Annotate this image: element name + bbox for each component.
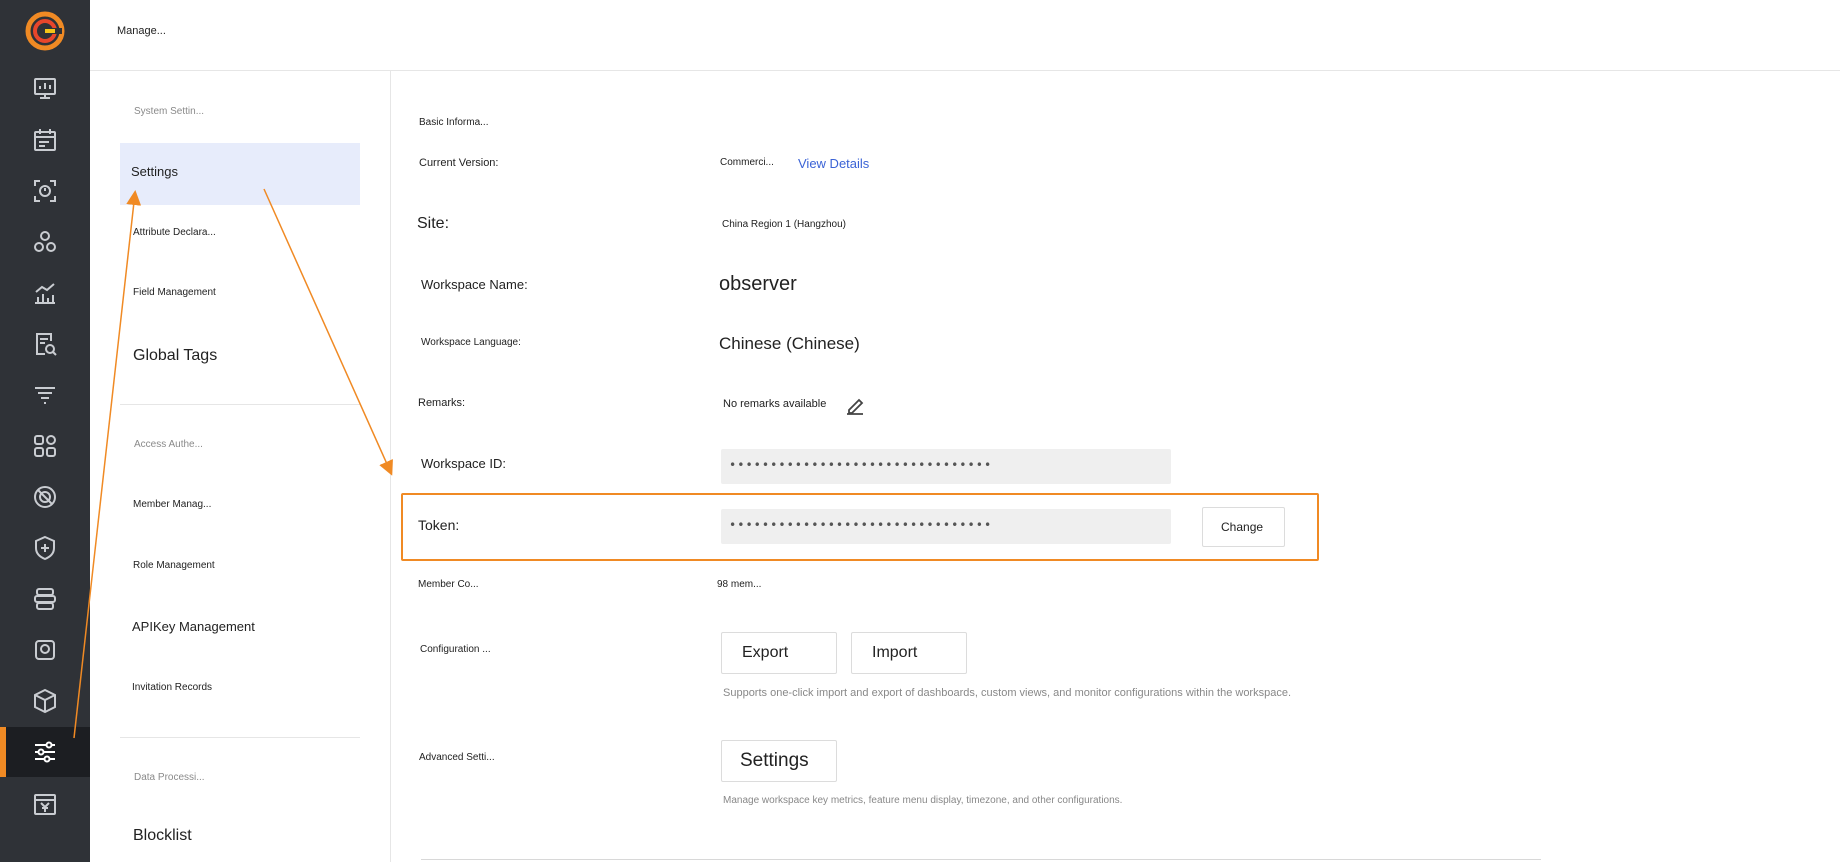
view-details-link[interactable]: View Details <box>798 156 869 171</box>
settings-content: Basic Informa... Current Version: Commer… <box>391 71 1840 862</box>
advanced-settings-button[interactable]: Settings <box>721 740 837 782</box>
dashboard-icon[interactable] <box>0 63 90 113</box>
site-value: China Region 1 (Hangzhou) <box>722 219 846 230</box>
metrics-chart-icon[interactable] <box>0 268 90 318</box>
billing-yen-icon[interactable] <box>0 779 90 829</box>
advanced-settings-hint: Manage workspace key metrics, feature me… <box>723 795 1123 806</box>
workspace-name-value: observer <box>719 273 797 295</box>
nav-group-access-authentication: Access Authe... <box>134 439 203 450</box>
remarks-value: No remarks available <box>723 398 827 410</box>
section-title-basic-information: Basic Informa... <box>419 117 489 128</box>
logo-icon[interactable] <box>25 11 65 51</box>
remarks-label: Remarks: <box>418 397 466 409</box>
current-version-label: Current Version: <box>419 157 499 169</box>
settings-sidebar: System Settin... Settings Attribute Decl… <box>90 71 391 862</box>
member-count-value: 98 mem... <box>717 579 762 590</box>
member-count-label: Member Co... <box>418 579 479 590</box>
settings-sliders-icon[interactable] <box>0 727 90 777</box>
nav-item-apikey-management[interactable]: APIKey Management <box>132 619 255 634</box>
calendar-icon[interactable] <box>0 115 90 165</box>
export-button[interactable]: Export <box>721 632 837 674</box>
nav-item-role-management[interactable]: Role Management <box>133 560 215 571</box>
apps-icon[interactable] <box>0 421 90 471</box>
workspace-id-label: Workspace ID: <box>421 456 507 471</box>
log-search-icon[interactable] <box>0 319 90 369</box>
token-label: Token: <box>418 517 460 533</box>
configuration-label: Configuration ... <box>420 644 491 655</box>
section-divider <box>421 859 1541 860</box>
nav-item-member-management[interactable]: Member Manag... <box>133 499 211 510</box>
scan-icon[interactable] <box>0 166 90 216</box>
nav-divider <box>120 737 360 738</box>
security-shield-icon[interactable] <box>0 523 90 573</box>
token-field[interactable]: •••••••••••••••••••••••••••••••• <box>721 509 1171 544</box>
current-version-value: Commerci... <box>720 157 774 168</box>
workspace-id-field[interactable]: •••••••••••••••••••••••••••••••• <box>721 449 1171 484</box>
icon-rail <box>0 0 90 862</box>
monitor-gauge-icon[interactable] <box>0 472 90 522</box>
site-label: Site: <box>417 215 450 232</box>
configuration-hint: Supports one-click import and export of … <box>723 687 1292 699</box>
nav-divider <box>120 404 360 405</box>
workspace-name-label: Workspace Name: <box>421 277 528 292</box>
change-token-button[interactable]: Change <box>1202 507 1285 547</box>
nav-item-field-management[interactable]: Field Management <box>133 287 216 298</box>
page-breadcrumb: Manage... <box>117 25 166 37</box>
app-window: Manage... System Settin... Settings Attr… <box>0 0 1840 862</box>
nav-item-attribute-declaration[interactable]: Attribute Declara... <box>133 227 216 238</box>
edit-remarks-icon[interactable] <box>843 394 867 418</box>
cube-icon[interactable] <box>0 676 90 726</box>
top-bar: Manage... <box>90 0 1840 71</box>
nav-item-invitation-records[interactable]: Invitation Records <box>132 682 212 693</box>
workspace-language-label: Workspace Language: <box>421 337 521 348</box>
nav-group-system-settings: System Settin... <box>134 106 205 117</box>
nav-group-data-processing: Data Processi... <box>134 772 205 783</box>
nav-item-blocklist[interactable]: Blocklist <box>133 827 192 845</box>
nav-item-settings[interactable]: Settings <box>131 164 178 179</box>
filter-icon[interactable] <box>0 370 90 420</box>
nav-item-global-tags[interactable]: Global Tags <box>133 347 217 365</box>
workspace-language-value: Chinese (Chinese) <box>719 334 860 353</box>
cluster-icon[interactable] <box>0 217 90 267</box>
advanced-settings-label: Advanced Setti... <box>419 752 495 763</box>
integration-stack-icon[interactable] <box>0 574 90 624</box>
import-button[interactable]: Import <box>851 632 967 674</box>
synthetic-monitor-icon[interactable] <box>0 625 90 675</box>
